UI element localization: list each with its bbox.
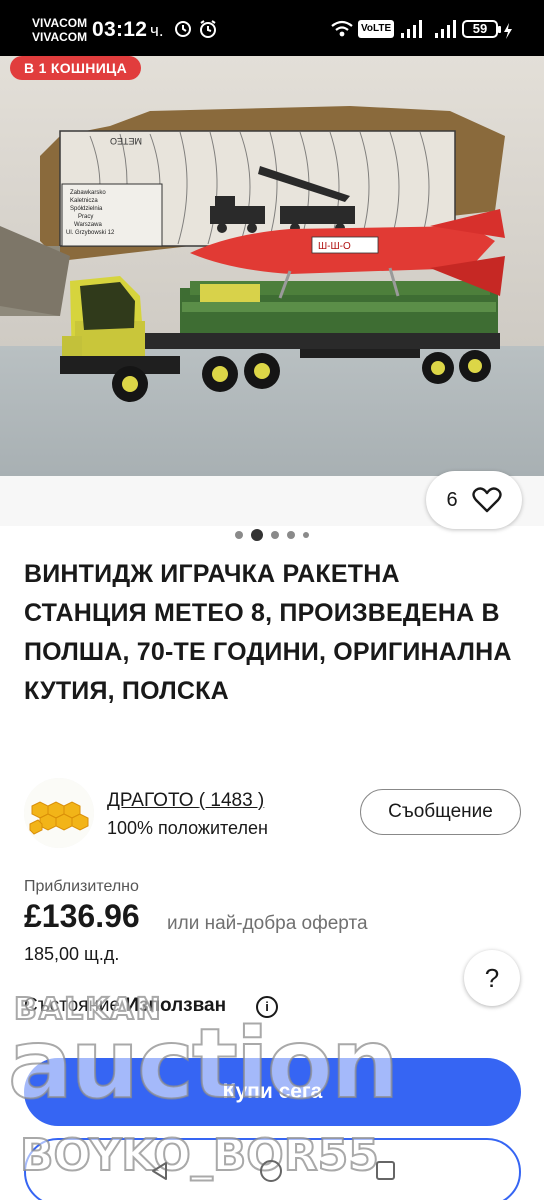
seller-positive-rating: 100% положителен bbox=[107, 818, 268, 838]
box-print-6: Ul. Grzybowski 12 bbox=[66, 230, 115, 236]
cart-badge: В 1 КОШНИЦА bbox=[10, 56, 141, 80]
price-amount: £136.96 bbox=[24, 898, 140, 934]
buy-now-button[interactable]: Купи сега bbox=[24, 1058, 521, 1126]
nav-recent-icon[interactable] bbox=[376, 1161, 395, 1180]
alarm-icon bbox=[175, 20, 216, 38]
box-print-5: Warszawa bbox=[74, 222, 102, 228]
listing-image[interactable]: Zabawkarsko Kaletnicza Spółdzielnia Prac… bbox=[0, 56, 544, 476]
box-print-1: Zabawkarsko bbox=[70, 190, 106, 196]
listing-title: ВИНТИДЖ ИГРАЧКА РАКЕТНА СТАНЦИЯ МЕТЕО 8,… bbox=[24, 560, 512, 705]
box-print-2: Kaletnicza bbox=[70, 198, 98, 204]
best-offer-text: или най-добра оферта bbox=[167, 913, 368, 934]
seller-feedback-count: ( 1483 ) bbox=[198, 790, 265, 811]
seller-name: ДРАГОТО bbox=[107, 790, 194, 811]
heart-icon bbox=[471, 487, 502, 513]
pagination-dot[interactable] bbox=[303, 532, 309, 538]
signal-icon bbox=[401, 20, 422, 38]
local-price: 185,00 щ.д. bbox=[24, 944, 120, 964]
pagination-dot[interactable] bbox=[235, 531, 243, 539]
toy-truck-photo: Zabawkarsko Kaletnicza Spółdzielnia Prac… bbox=[0, 56, 544, 476]
nav-home-icon[interactable] bbox=[260, 1160, 282, 1182]
rocket-label: Ш-Ш-О bbox=[318, 241, 351, 252]
pagination-dot[interactable] bbox=[271, 531, 279, 539]
box-side-text: METEO bbox=[110, 136, 142, 146]
seller-card: ДРАГОТО ( 1483 ) 100% положителен Съобще… bbox=[24, 778, 524, 848]
charging-icon bbox=[504, 23, 512, 39]
wifi-icon bbox=[331, 20, 353, 37]
condition-value: Използван bbox=[125, 995, 227, 1016]
nav-back-icon[interactable] bbox=[150, 1161, 170, 1181]
watch-count: 6 bbox=[446, 488, 458, 511]
carrier-2: VIVACOM bbox=[32, 30, 88, 44]
carrier-1: VIVACOM bbox=[32, 16, 88, 30]
box-print-4: Pracy bbox=[78, 214, 93, 220]
pagination-dot-active[interactable] bbox=[251, 529, 263, 541]
help-button[interactable]: ? bbox=[464, 950, 520, 1006]
message-seller-button[interactable]: Съобщение bbox=[360, 789, 521, 835]
volte-badge: VoLTE bbox=[358, 20, 395, 38]
seller-avatar[interactable] bbox=[24, 778, 94, 848]
avatar-image bbox=[24, 778, 94, 848]
watch-button[interactable]: 6 bbox=[426, 471, 522, 529]
condition-row: Състояние Използван bbox=[24, 995, 226, 1017]
info-icon[interactable]: i bbox=[256, 996, 278, 1018]
box-print-3: Spółdzielnia bbox=[70, 206, 103, 212]
image-pagination[interactable] bbox=[0, 526, 544, 544]
clock-suffix: ч. bbox=[150, 21, 164, 40]
signal-icon-2 bbox=[435, 20, 456, 38]
clock: 03:12 bbox=[92, 18, 148, 41]
approx-label: Приблизително bbox=[24, 878, 139, 895]
battery-icon: 59 bbox=[462, 20, 501, 38]
carrier-names: VIVACOM VIVACOM bbox=[32, 16, 87, 44]
pagination-dot[interactable] bbox=[287, 531, 295, 539]
status-bar: VIVACOM VIVACOM 03:12 ч. VoLTE 59 bbox=[0, 0, 544, 56]
condition-label: Състояние bbox=[24, 995, 121, 1016]
seller-name-link[interactable]: ДРАГОТО ( 1483 ) bbox=[107, 790, 264, 812]
